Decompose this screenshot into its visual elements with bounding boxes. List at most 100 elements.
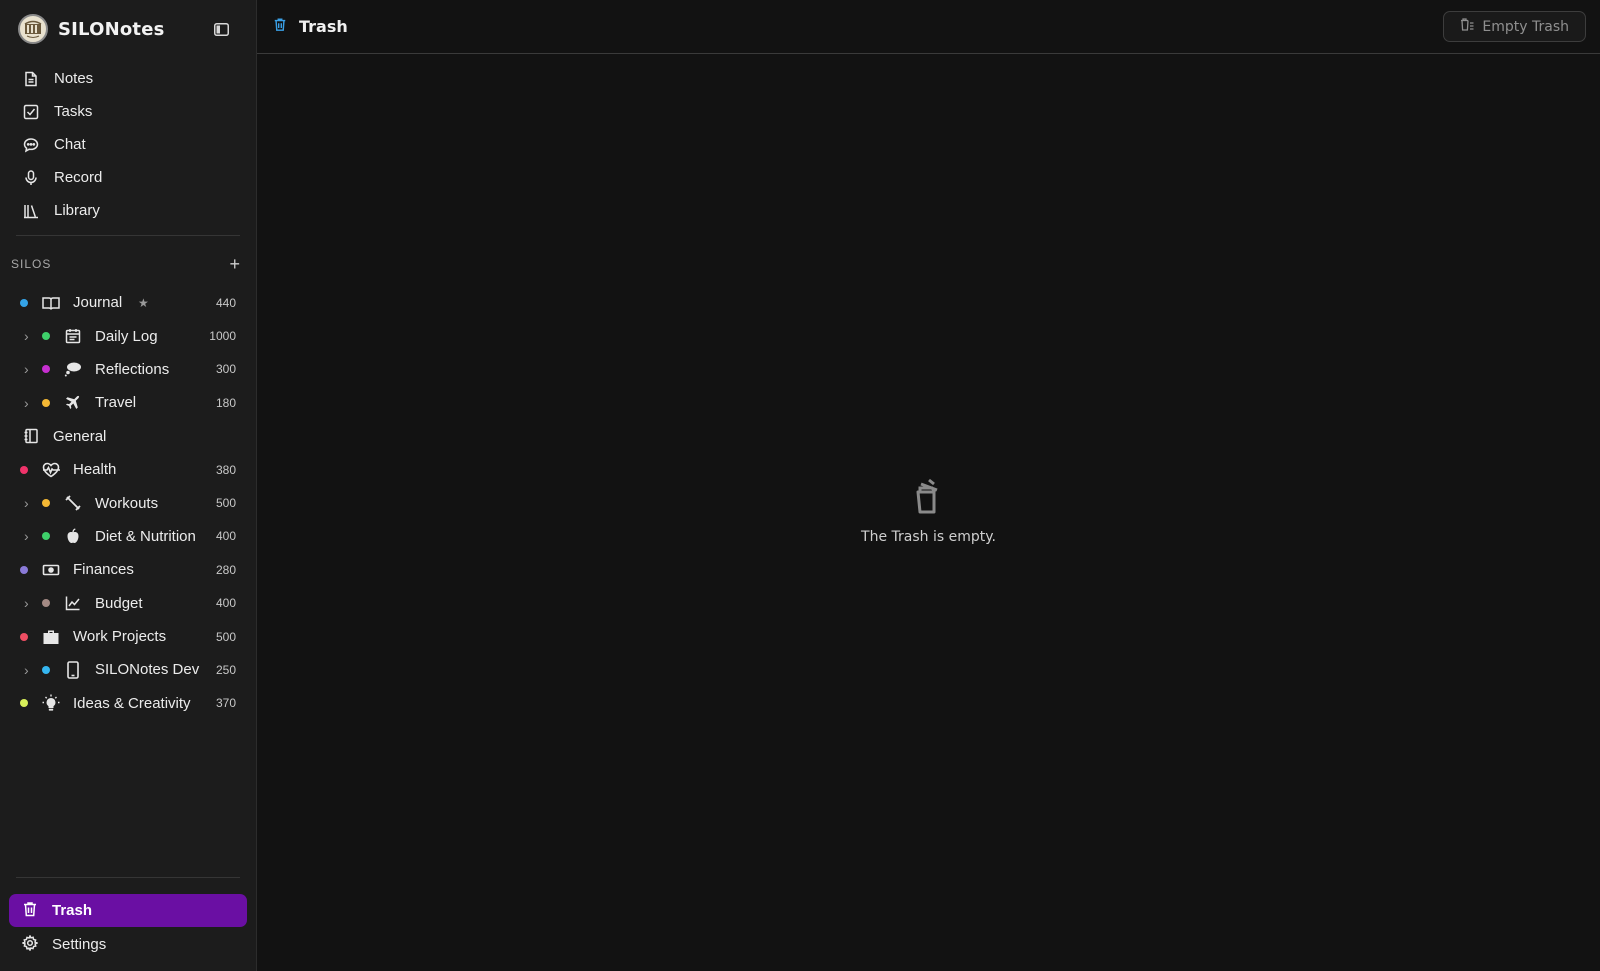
trash-content: The Trash is empty. bbox=[257, 54, 1600, 971]
trash-label: Trash bbox=[52, 902, 93, 919]
sidebar-item-trash[interactable]: Trash bbox=[9, 894, 247, 927]
sidebar-item-settings[interactable]: Settings bbox=[0, 928, 256, 961]
silo-item-daily-log[interactable]: › Daily Log 1000 bbox=[0, 319, 256, 352]
document-icon bbox=[22, 70, 40, 88]
silo-label: Ideas & Creativity bbox=[73, 694, 191, 712]
silo-count: 300 bbox=[215, 362, 236, 377]
silo-item-reflections[interactable]: › Reflections 300 bbox=[0, 353, 256, 386]
silo-item-general[interactable]: General bbox=[0, 420, 256, 453]
library-icon bbox=[22, 202, 40, 220]
nav-label: Notes bbox=[54, 70, 94, 87]
top-bar: Trash Empty Trash bbox=[257, 0, 1600, 54]
heart-pulse-icon bbox=[41, 460, 61, 480]
silo-logo-icon bbox=[18, 14, 48, 44]
silo-label: SILONotes Dev bbox=[95, 661, 200, 679]
nav-label: Library bbox=[54, 202, 100, 219]
trash-clear-icon bbox=[1460, 18, 1474, 35]
gear-icon bbox=[21, 933, 39, 955]
silo-item-diet-nutrition[interactable]: › Diet & Nutrition 400 bbox=[0, 520, 256, 553]
chevron-right-icon[interactable]: › bbox=[24, 361, 34, 377]
airplane-icon bbox=[63, 393, 83, 413]
silo-item-health[interactable]: Health 380 bbox=[0, 453, 256, 486]
silo-item-journal[interactable]: Journal ★ 440 bbox=[0, 286, 256, 319]
add-silo-button[interactable]: + bbox=[229, 255, 240, 273]
silo-color-dot bbox=[42, 499, 50, 508]
empty-trash-label: Empty Trash bbox=[1482, 18, 1569, 35]
thought-bubble-icon bbox=[63, 359, 83, 379]
silo-label: Reflections bbox=[95, 360, 170, 378]
trash-icon bbox=[22, 901, 38, 921]
nav-label: Record bbox=[54, 169, 103, 186]
chevron-right-icon[interactable]: › bbox=[24, 662, 34, 678]
silo-color-dot bbox=[42, 398, 50, 407]
notebook-icon bbox=[21, 426, 41, 446]
nav-item-chat[interactable]: Chat bbox=[0, 128, 256, 161]
silo-color-dot bbox=[42, 332, 50, 341]
nav-item-record[interactable]: Record bbox=[0, 161, 256, 194]
chevron-right-icon[interactable]: › bbox=[24, 495, 34, 511]
silo-item-workouts[interactable]: › Workouts 500 bbox=[0, 486, 256, 519]
main-panel: Trash Empty Trash The Trash is empty. bbox=[257, 0, 1600, 971]
silo-label: General bbox=[53, 427, 107, 445]
chevron-right-icon[interactable]: › bbox=[24, 395, 34, 411]
nav-item-tasks[interactable]: Tasks bbox=[0, 95, 256, 128]
app-root: SILONotes Notes Tasks Chat Record Librar… bbox=[0, 0, 1600, 971]
sidebar-bottom: Trash Settings bbox=[0, 877, 256, 971]
empty-state-message: The Trash is empty. bbox=[861, 529, 996, 545]
silos-section-title: SILOS bbox=[11, 257, 52, 271]
silo-count: 180 bbox=[215, 395, 236, 410]
checkbox-icon bbox=[22, 103, 40, 121]
silo-count: 440 bbox=[215, 295, 236, 310]
silo-count: 370 bbox=[215, 696, 236, 711]
silo-color-dot bbox=[20, 465, 28, 474]
phone-icon bbox=[63, 660, 83, 680]
money-icon bbox=[41, 560, 61, 580]
silo-color-dot bbox=[20, 298, 28, 307]
empty-trash-button[interactable]: Empty Trash bbox=[1443, 11, 1586, 42]
nav-label: Tasks bbox=[54, 103, 93, 120]
silo-label: Workouts bbox=[95, 494, 159, 512]
sidebar: SILONotes Notes Tasks Chat Record Librar… bbox=[0, 0, 257, 971]
silo-count: 1000 bbox=[209, 329, 236, 344]
chat-icon bbox=[22, 136, 40, 154]
silo-item-budget[interactable]: › Budget 400 bbox=[0, 587, 256, 620]
silo-color-dot bbox=[20, 632, 28, 641]
empty-state: The Trash is empty. bbox=[257, 478, 1600, 545]
silo-count: 500 bbox=[215, 496, 236, 511]
chevron-right-icon[interactable]: › bbox=[24, 595, 34, 611]
page-title: Trash bbox=[299, 17, 348, 36]
app-name: SILONotes bbox=[58, 18, 165, 40]
page-header: Trash bbox=[273, 17, 348, 37]
silo-item-ideas-creativity[interactable]: Ideas & Creativity 370 bbox=[0, 687, 256, 720]
silo-item-work-projects[interactable]: Work Projects 500 bbox=[0, 620, 256, 653]
settings-label: Settings bbox=[52, 936, 107, 953]
bottom-divider bbox=[16, 877, 240, 878]
silo-item-silonotes-dev[interactable]: › SILONotes Dev 250 bbox=[0, 653, 256, 686]
silo-label: Budget bbox=[95, 594, 143, 612]
nav-divider bbox=[16, 235, 240, 236]
sidebar-toggle-icon[interactable] bbox=[212, 20, 230, 38]
silo-label: Work Projects bbox=[73, 628, 167, 646]
chevron-right-icon[interactable]: › bbox=[24, 328, 34, 344]
empty-trash-icon bbox=[913, 478, 945, 521]
silo-label: Diet & Nutrition bbox=[95, 527, 196, 545]
brand: SILONotes bbox=[0, 0, 256, 58]
silo-label: Finances bbox=[73, 561, 134, 579]
silo-count: 380 bbox=[215, 462, 236, 477]
apple-icon bbox=[63, 526, 83, 546]
silo-item-finances[interactable]: Finances 280 bbox=[0, 553, 256, 586]
nav-item-library[interactable]: Library bbox=[0, 194, 256, 227]
silo-count: 500 bbox=[215, 629, 236, 644]
favorite-star-icon[interactable]: ★ bbox=[138, 296, 149, 310]
nav-item-notes[interactable]: Notes bbox=[0, 62, 256, 95]
silo-label: Health bbox=[73, 461, 117, 479]
chevron-right-icon[interactable]: › bbox=[24, 528, 34, 544]
silo-item-travel[interactable]: › Travel 180 bbox=[0, 386, 256, 419]
silo-list: Journal ★ 440 › Daily Log 1000 › Reflect… bbox=[0, 284, 256, 720]
silo-color-dot bbox=[42, 599, 50, 608]
nav-label: Chat bbox=[54, 136, 86, 153]
book-icon bbox=[41, 293, 61, 313]
silo-color-dot bbox=[42, 665, 50, 674]
dumbbell-icon bbox=[63, 493, 83, 513]
lightbulb-icon bbox=[41, 693, 61, 713]
